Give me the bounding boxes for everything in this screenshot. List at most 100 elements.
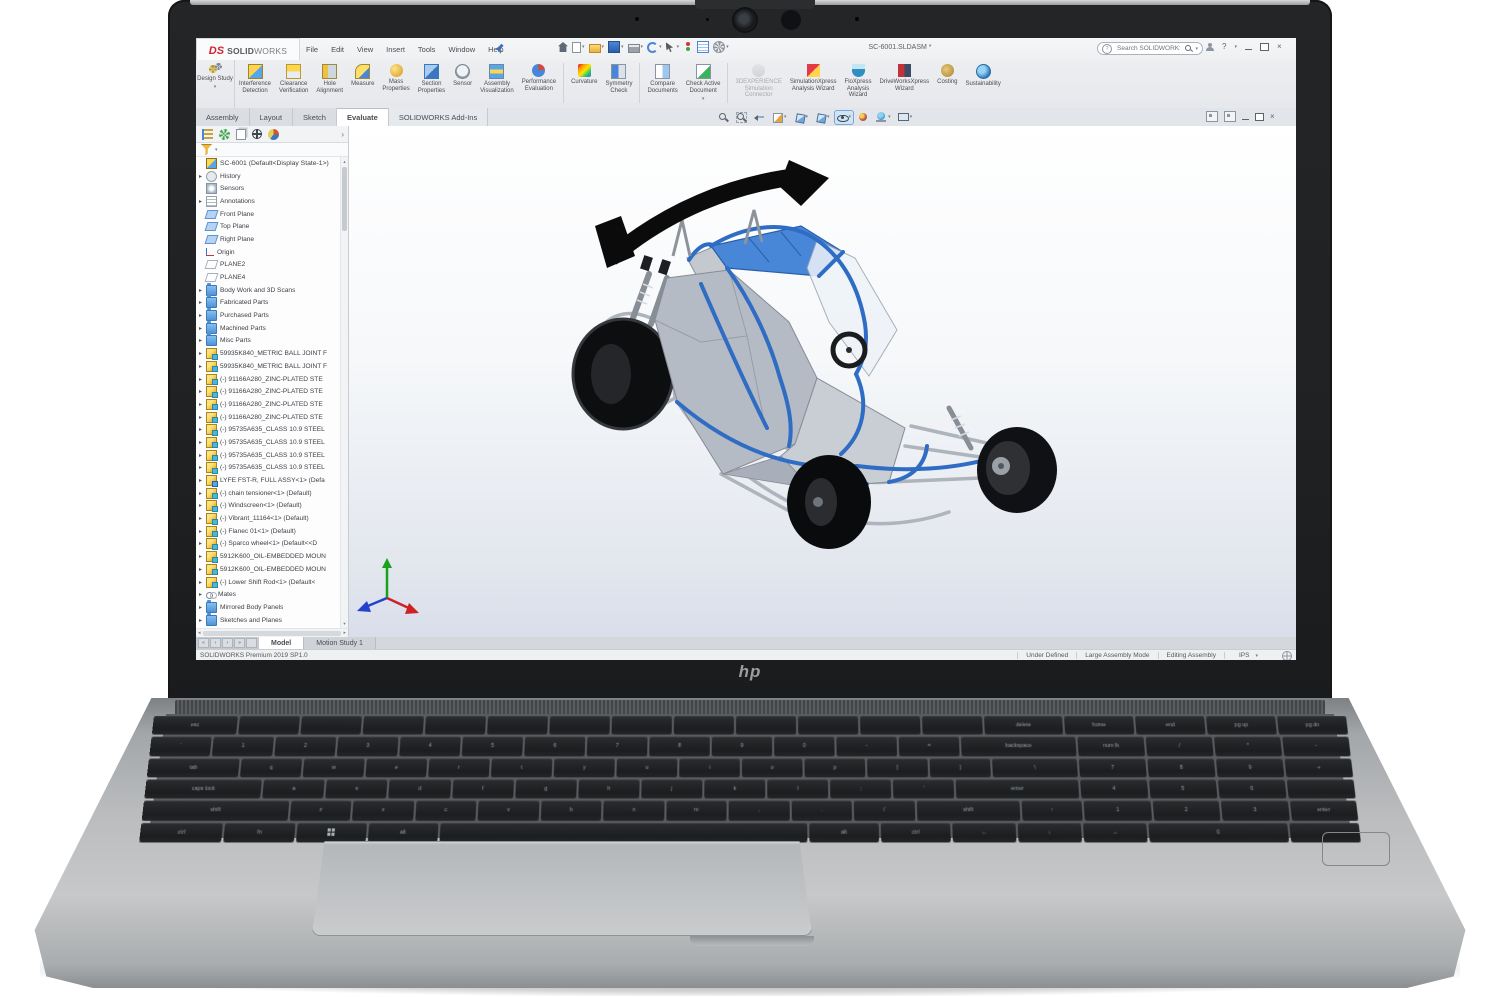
tab-evaluate[interactable]: Evaluate [336,108,389,126]
expand-icon[interactable]: ▸ [199,566,206,573]
tree-item[interactable]: ▸ (-) 91166A280_ZINC-PLATED STE [196,411,341,424]
menu-file[interactable]: File [306,45,318,54]
dropdown-icon[interactable]: ▾ [582,44,585,50]
expand-icon[interactable]: ▸ [199,579,206,586]
tree-item[interactable]: ▸ (-) 95735A635_CLASS 10.9 STEEL [196,423,341,436]
propertymanager-tab-icon[interactable] [219,128,230,140]
design-study-button[interactable]: Design Study ▾ [196,60,235,108]
symmetry-check-button[interactable]: Symmetry Check [601,63,636,94]
menu-view[interactable]: View [357,45,373,54]
previous-view-button[interactable] [752,111,767,124]
dropdown-icon[interactable]: ▾ [702,96,705,102]
expand-icon[interactable]: ▸ [199,477,206,484]
assembly-visualization-button[interactable]: Assembly Visualization [476,63,518,94]
tree-item[interactable]: ▸ Annotations [196,195,341,208]
tree-item[interactable]: ▸ Machined Parts [196,320,341,335]
tab-scroll-button-1[interactable]: ‹ [210,638,221,648]
pane-left-icon[interactable] [1206,111,1218,122]
expand-icon[interactable]: ▸ [199,414,206,421]
driveworksxpress-wizard-button[interactable]: DriveWorksXpress Wizard [876,63,934,92]
simulationxpress-analysis-wizard-button[interactable]: SimulationXpress Analysis Wizard [786,63,841,92]
compare-documents-button[interactable]: Compare Documents [643,63,681,94]
tree-item[interactable]: ▸ (-) 91166A280_ZINC-PLATED STE [196,398,341,411]
tree-item[interactable]: Sensors [196,182,341,195]
doc-minimize-button[interactable] [1242,118,1249,121]
units-selector[interactable]: IPS ▾ [1224,652,1272,659]
save-button[interactable]: ▾ [608,41,624,53]
pin-menu-icon[interactable] [496,44,504,52]
tree-item[interactable]: ▸ (-) chain tensioner<1> (Default) [196,487,341,500]
help-search-box[interactable]: ? ▾ [1097,42,1203,55]
tree-item[interactable]: ▸ Purchased Parts [196,308,341,322]
tree-item[interactable]: ▸ (-) 95735A635_CLASS 10.9 STEEL [196,449,341,462]
hide-show-items-button[interactable]: ▾ [834,110,854,124]
section-view-button[interactable]: ▾ [770,111,789,124]
dropdown-icon[interactable]: ▾ [888,114,891,120]
tree-item[interactable]: ▸ (-) 91166A280_ZINC-PLATED STE [196,385,341,398]
scroll-right-icon[interactable]: ▸ [343,630,346,636]
design-study-dropdown-icon[interactable]: ▾ [214,84,217,90]
dropdown-icon[interactable]: ▾ [659,44,662,50]
home-button[interactable] [558,42,568,52]
undo-button[interactable]: ▾ [647,41,662,53]
tree-item[interactable]: PLANE4 [196,271,341,284]
tab-scroll-button-3[interactable]: » [234,638,245,648]
tree-root-item[interactable]: SC-6001 (Default<Display State-1>) [196,157,341,170]
dropdown-icon[interactable]: ▾ [784,114,787,120]
rebuild-button[interactable] [683,42,693,52]
tree-item[interactable]: ▸ (-) Vibrant_11164<1> (Default) [196,512,341,525]
tree-item[interactable]: ▸ 59935K840_METRIC BALL JOINT F [196,347,341,360]
tab-assembly[interactable]: Assembly [196,108,250,126]
tree-item[interactable]: ▸ Mates [196,588,341,601]
account-icon[interactable] [1206,42,1214,52]
panel-expand-chevron-icon[interactable]: › [341,130,344,139]
expand-icon[interactable]: ▸ [199,617,206,624]
floxpress-analysis-wizard-button[interactable]: FloXpress Analysis Wizard [841,63,876,99]
filter-dropdown-icon[interactable]: ▾ [215,147,218,153]
expand-icon[interactable]: ▸ [199,502,206,509]
expand-icon[interactable]: ▸ [199,426,206,433]
configurationmanager-tab-icon[interactable] [236,128,246,140]
tree-item[interactable]: ▸ (-) Sparco wheel<1> (Default<<D [196,538,341,551]
new-document-button[interactable]: ▾ [572,41,585,53]
tree-item[interactable]: Top Plane [196,220,341,233]
expand-icon[interactable]: ▸ [199,515,206,522]
expand-icon[interactable]: ▸ [199,388,206,395]
expand-icon[interactable]: ▸ [199,312,206,319]
tree-item[interactable]: PLANE2 [196,259,341,272]
dropdown-icon[interactable]: ▾ [726,44,729,50]
sustainability-button[interactable]: Sustainability [961,63,1004,88]
performance-evaluation-button[interactable]: Performance Evaluation [518,63,560,92]
expand-icon[interactable]: ▸ [199,299,206,306]
tree-item[interactable]: ▸ (-) 91166A280_ZINC-PLATED STE [196,373,341,386]
interference-detection-button[interactable]: Interference Detection [235,63,275,94]
tree-item[interactable]: ▸ LYFE FST-R, FULL ASSY<1> (Defa [196,474,341,487]
tree-item[interactable]: ▸ (-) 95735A635_CLASS 10.9 STEEL [196,462,341,475]
dropdown-icon[interactable]: ▾ [641,44,644,50]
doc-restore-button[interactable] [1255,110,1267,121]
expand-icon[interactable]: ▸ [199,528,206,535]
dropdown-icon[interactable]: ▾ [806,114,809,120]
scroll-down-icon[interactable]: ▾ [341,619,348,628]
dropdown-icon[interactable]: ▾ [602,44,605,50]
options-button[interactable]: ▾ [713,41,729,53]
expand-icon[interactable]: ▸ [199,439,206,446]
view-orientation-button[interactable]: ▾ [792,111,811,124]
minimize-button[interactable] [1244,48,1252,51]
curvature-button[interactable]: Curvature [567,63,601,86]
expand-icon[interactable]: ▸ [199,591,206,598]
open-button[interactable]: ▾ [588,42,605,53]
tree-item[interactable]: ▸ (-) Windscreen<1> (Default) [196,500,341,513]
clearance-verification-button[interactable]: Clearance Verification [275,63,312,94]
expand-icon[interactable]: ▸ [199,401,206,408]
tree-item[interactable]: ▸ (-) Lower Shift Rod<1> (Default< [196,576,341,589]
expand-icon[interactable]: ▸ [199,337,206,344]
expand-icon[interactable]: ▸ [199,604,206,611]
expand-icon[interactable]: ▸ [199,540,206,547]
print-button[interactable]: ▾ [627,42,644,53]
doc-close-button[interactable]: × [1270,112,1275,122]
expand-icon[interactable]: ▸ [199,363,206,370]
expand-icon[interactable]: ▸ [199,173,206,180]
displaymanager-tab-icon[interactable] [268,128,279,140]
tree-item[interactable]: ▸ 5912K600_OIL-EMBEDDED MOUN [196,563,341,576]
